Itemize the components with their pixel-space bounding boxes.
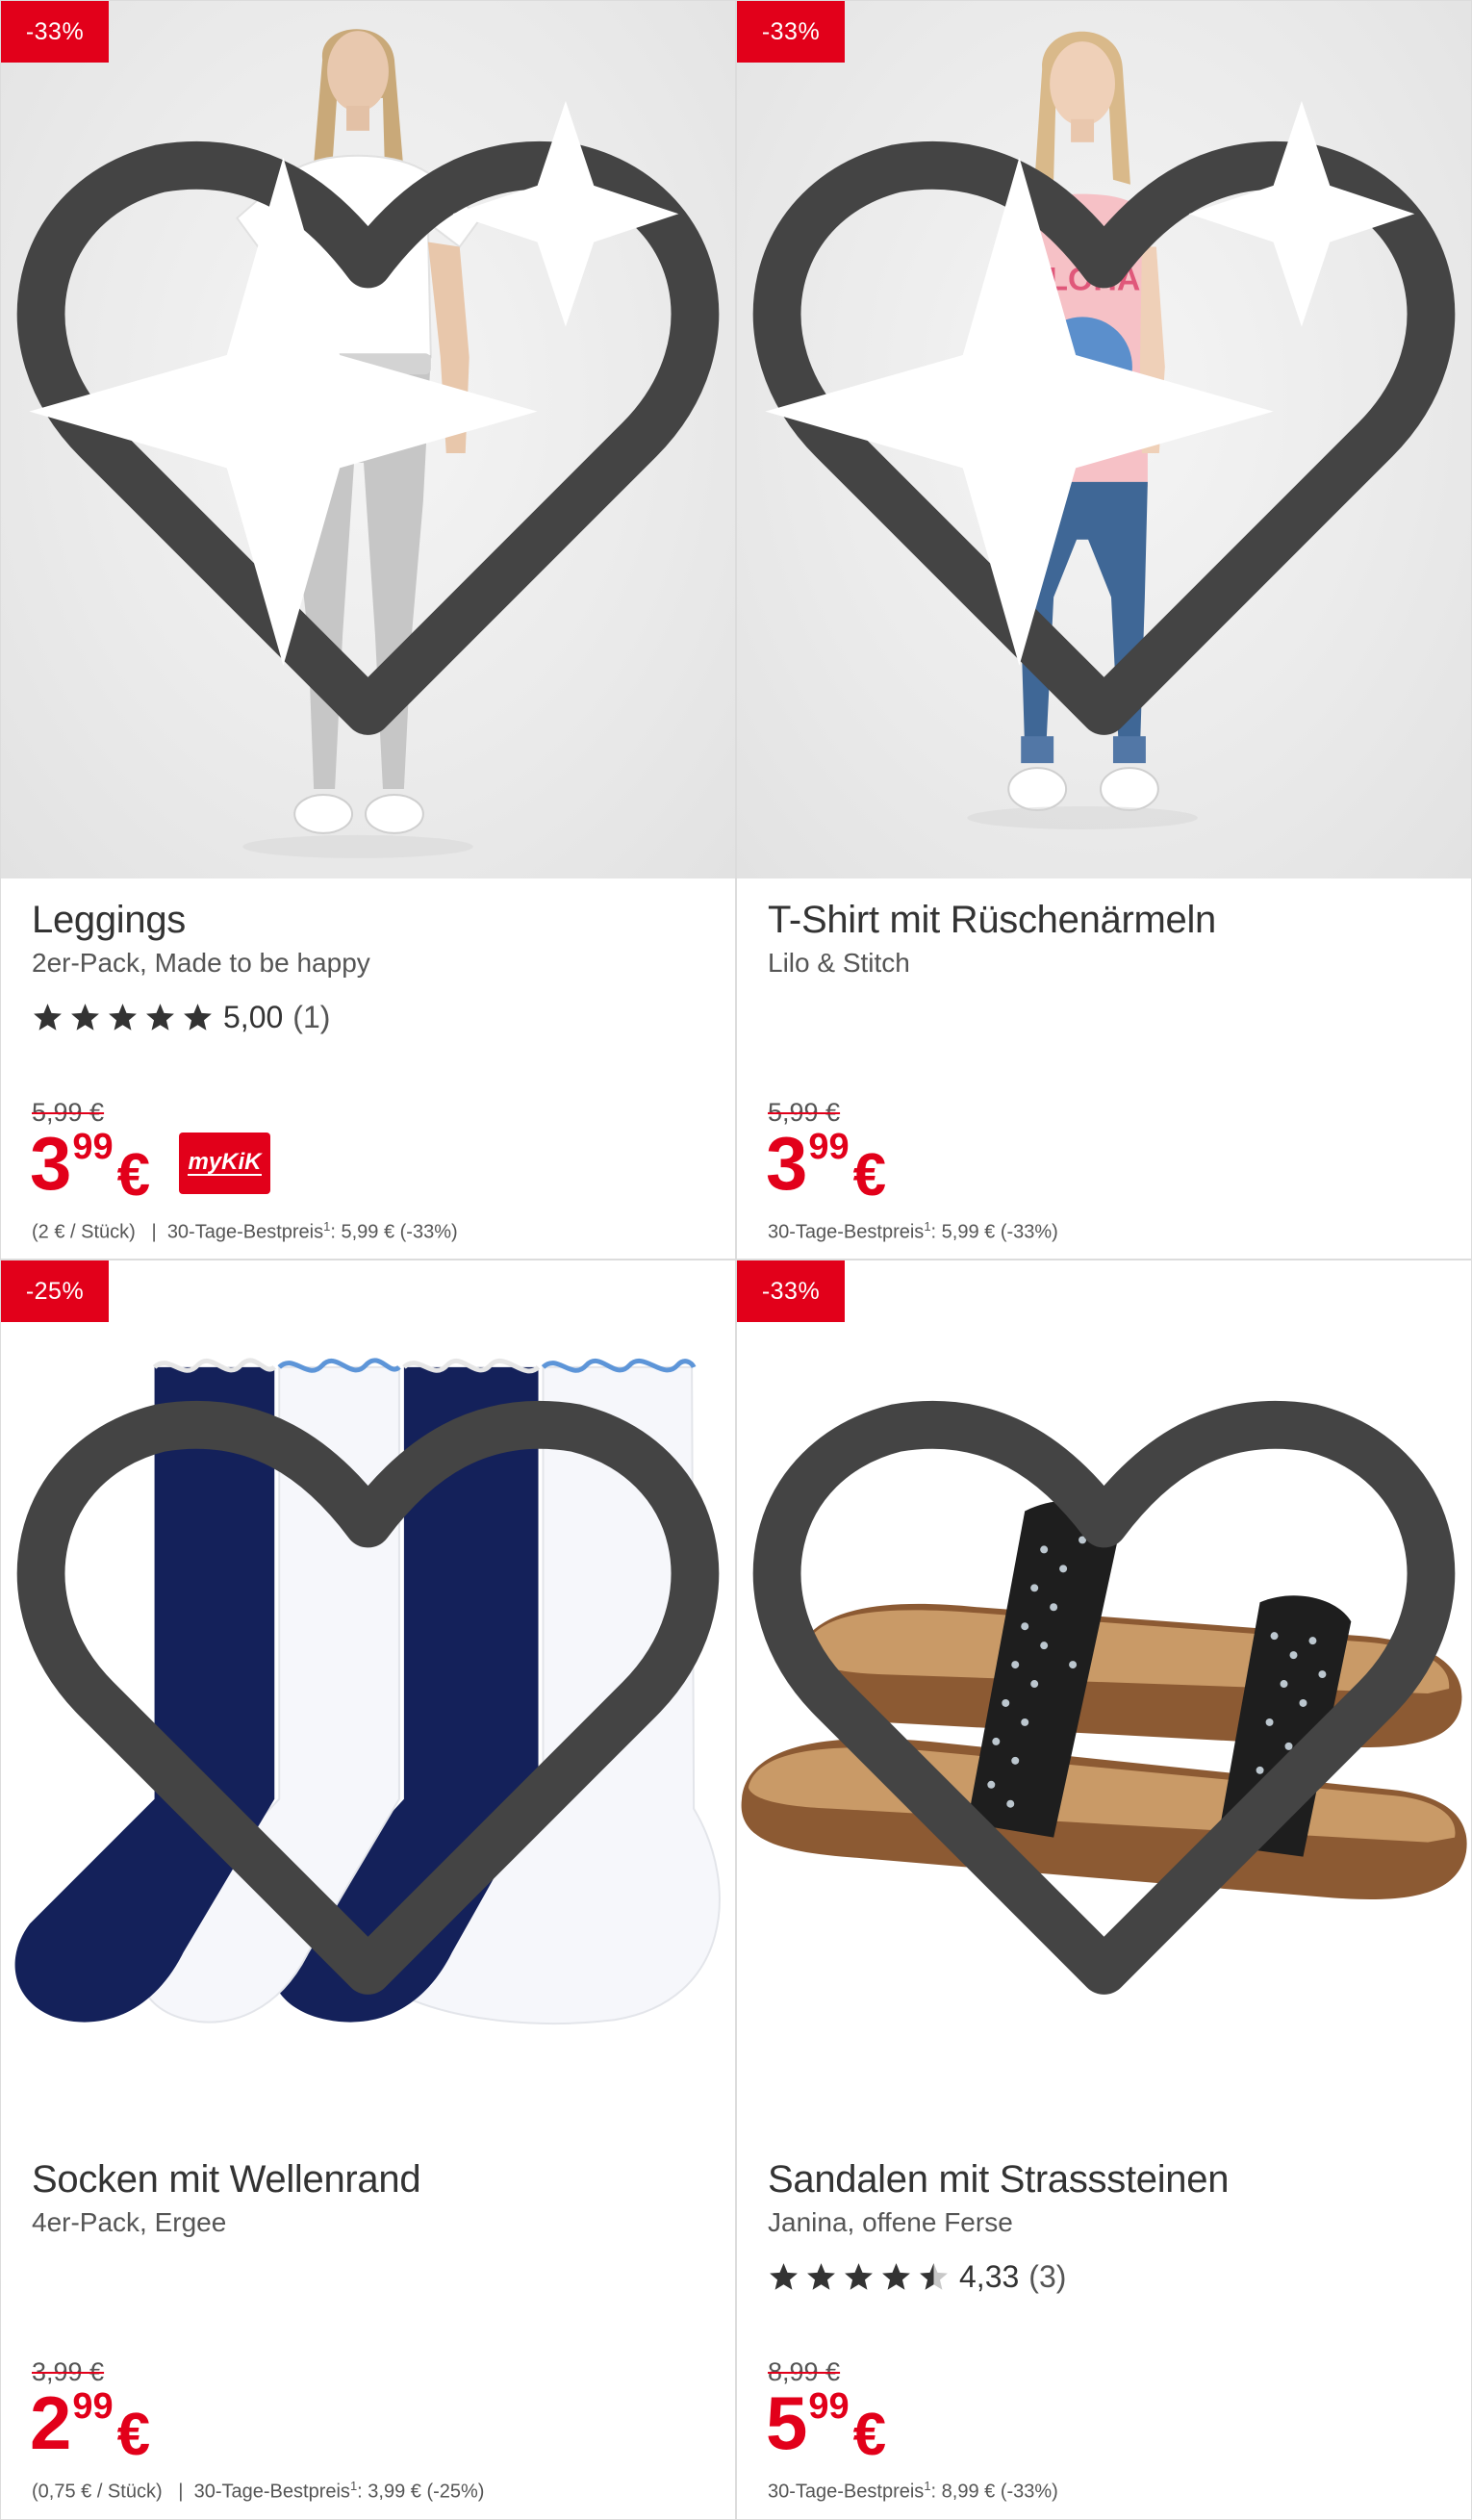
reference-price-label: 30-Tage-Bestpreis bbox=[768, 1221, 925, 1243]
reference-price-value: : 8,99 € (-33%) bbox=[930, 2481, 1058, 2503]
star-icon bbox=[882, 2263, 910, 2290]
footnote-separator: | bbox=[151, 1221, 157, 1243]
product-card-tshirt[interactable]: ALOHA -33% T-Shirt mit Rüschenärmeln Lil… bbox=[736, 0, 1472, 1260]
star-icon bbox=[184, 1004, 212, 1031]
product-image[interactable]: -33% bbox=[1, 1, 735, 878]
product-rating: 4,33 (3) bbox=[768, 2259, 1066, 2295]
price-currency: € bbox=[852, 2402, 887, 2468]
price-cents: 99 bbox=[808, 1127, 850, 1167]
product-subtitle: Lilo & Stitch bbox=[768, 948, 910, 978]
price-footnote: (2 € / Stück) | 30-Tage-Bestpreis1: 5,99… bbox=[32, 1219, 458, 1244]
heart-outline-icon[interactable] bbox=[1, 1260, 735, 2138]
price-euros: 5 bbox=[766, 2380, 807, 2465]
price-euros: 3 bbox=[766, 1121, 807, 1206]
current-price: 3 99 € bbox=[766, 1121, 886, 1206]
price-currency: € bbox=[116, 2402, 151, 2468]
footnote-marker[interactable]: 1 bbox=[924, 1219, 930, 1234]
star-icon bbox=[71, 1004, 99, 1031]
sparkle-icon bbox=[765, 100, 1415, 666]
star-icon bbox=[770, 2263, 798, 2290]
star-icon bbox=[146, 1004, 174, 1031]
rating-stars bbox=[32, 1002, 214, 1033]
product-title[interactable]: Leggings bbox=[32, 896, 712, 944]
product-info: Socken mit Wellenrand 4er-Pack, Ergee bbox=[32, 2155, 712, 2240]
reference-price-label: 30-Tage-Bestpreis bbox=[193, 2481, 350, 2503]
price-euros: 2 bbox=[30, 2380, 71, 2465]
heart-outline-icon[interactable] bbox=[737, 1260, 1471, 2138]
footnote-separator: | bbox=[178, 2481, 184, 2503]
product-title[interactable]: Sandalen mit Strasssteinen bbox=[768, 2155, 1448, 2203]
rating-stars bbox=[768, 2261, 950, 2293]
price-cents: 99 bbox=[72, 1127, 114, 1167]
star-icon bbox=[34, 1004, 62, 1031]
price-cents: 99 bbox=[72, 2386, 114, 2427]
sparkle-icon bbox=[29, 100, 679, 666]
current-price: 3 99 € bbox=[30, 1121, 150, 1206]
mykik-label: myKiK bbox=[188, 1149, 262, 1176]
product-grid: -33% Leggings 2er-Pack, Made to be happy… bbox=[0, 0, 1472, 2520]
product-subtitle: 2er-Pack, Made to be happy bbox=[32, 948, 370, 978]
price-footnote: 30-Tage-Bestpreis1: 5,99 € (-33%) bbox=[768, 1219, 1058, 1244]
product-subtitle: Janina, offene Ferse bbox=[768, 2207, 1013, 2237]
current-price: 5 99 € bbox=[766, 2380, 886, 2465]
current-price: 2 99 € bbox=[30, 2380, 150, 2465]
reference-price-value: : 5,99 € (-33%) bbox=[330, 1221, 458, 1243]
product-image[interactable]: ALOHA -33% bbox=[737, 1, 1471, 878]
reference-price-value: : 5,99 € (-33%) bbox=[930, 1221, 1058, 1243]
product-image[interactable]: -25% bbox=[1, 1260, 735, 2138]
product-title[interactable]: Socken mit Wellenrand bbox=[32, 2155, 712, 2203]
product-info: Sandalen mit Strasssteinen Janina, offen… bbox=[768, 2155, 1448, 2240]
price-footnote: (0,75 € / Stück) | 30-Tage-Bestpreis1: 3… bbox=[32, 2479, 484, 2504]
product-title[interactable]: T-Shirt mit Rüschenärmeln bbox=[768, 896, 1448, 944]
product-image[interactable]: -33% bbox=[737, 1260, 1471, 2138]
price-currency: € bbox=[116, 1142, 151, 1209]
product-card-leggings[interactable]: -33% Leggings 2er-Pack, Made to be happy… bbox=[0, 0, 736, 1260]
rating-score: 5,00 bbox=[223, 1000, 284, 1034]
price-cents: 99 bbox=[808, 2386, 850, 2427]
price-footnote: 30-Tage-Bestpreis1: 8,99 € (-33%) bbox=[768, 2479, 1058, 2504]
product-subtitle: 4er-Pack, Ergee bbox=[32, 2207, 227, 2237]
product-info: Leggings 2er-Pack, Made to be happy bbox=[32, 896, 712, 980]
price-currency: € bbox=[852, 1142, 887, 1209]
footnote-marker[interactable]: 1 bbox=[924, 2479, 930, 2493]
unit-price: (0,75 € / Stück) bbox=[32, 2481, 163, 2503]
product-card-sandals[interactable]: -33% Sandalen mit Strasssteinen Janina, … bbox=[736, 1260, 1472, 2520]
star-icon bbox=[845, 2263, 873, 2290]
rating-count: (1) bbox=[292, 1000, 331, 1034]
product-info: T-Shirt mit Rüschenärmeln Lilo & Stitch bbox=[768, 896, 1448, 980]
product-rating: 5,00 (1) bbox=[32, 1000, 330, 1035]
reference-price-label: 30-Tage-Bestpreis bbox=[768, 2481, 925, 2503]
product-card-socks[interactable]: -25% Socken mit Wellenrand 4er-Pack, Erg… bbox=[0, 1260, 736, 2520]
reference-price-value: : 3,99 € (-25%) bbox=[357, 2481, 485, 2503]
reference-price-label: 30-Tage-Bestpreis bbox=[166, 1221, 324, 1243]
rating-count: (3) bbox=[1028, 2259, 1067, 2294]
star-icon bbox=[109, 1004, 137, 1031]
star-half-icon bbox=[920, 2263, 948, 2290]
star-icon bbox=[807, 2263, 835, 2290]
rating-score: 4,33 bbox=[959, 2259, 1020, 2294]
price-euros: 3 bbox=[30, 1121, 71, 1206]
unit-price: (2 € / Stück) bbox=[32, 1221, 136, 1243]
mykik-logo: myKiK bbox=[179, 1133, 270, 1194]
